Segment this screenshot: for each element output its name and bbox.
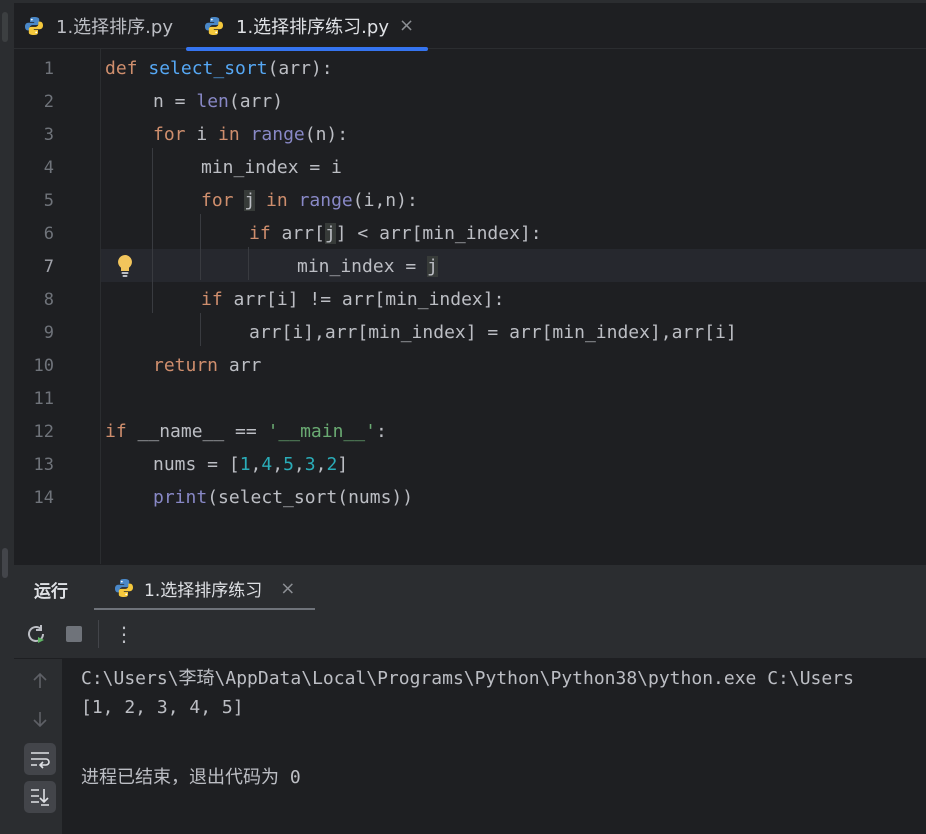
- indent-guide: [200, 313, 201, 346]
- arrow-up-icon: [33, 672, 47, 688]
- strip-marker: [2, 12, 8, 42]
- console-line: C:\Users\李琦\AppData\Local\Programs\Pytho…: [81, 668, 854, 689]
- run-panel-title: 运行: [34, 582, 68, 602]
- soft-wrap-button[interactable]: [24, 743, 56, 775]
- editor-tab-bar: 1.选择排序.py 1.选择排序练习.py ×: [14, 0, 926, 51]
- indent-guide: [152, 148, 153, 313]
- scroll-up-button[interactable]: [24, 665, 56, 697]
- line-number: 11: [33, 389, 54, 409]
- scroll-down-button[interactable]: [24, 703, 56, 735]
- run-panel-header: 运行 1.选择排序练习 ×: [14, 564, 926, 611]
- code-line-12: if __name__ == '__main__':: [105, 421, 387, 442]
- run-tab-label: 1.选择排序练习: [144, 580, 263, 601]
- code-line-6: if arr[j] < arr[min_index]:: [249, 223, 542, 244]
- left-tool-strip: [0, 0, 15, 834]
- run-toolbar: ⋮: [14, 610, 926, 659]
- arrow-down-icon: [33, 712, 47, 728]
- line-number: 12: [33, 422, 54, 442]
- run-side-toolbar: [14, 659, 62, 834]
- scroll-to-end-icon: [31, 789, 49, 806]
- soft-wrap-icon: [31, 752, 50, 769]
- console-output[interactable]: C:\Users\李琦\AppData\Local\Programs\Pytho…: [63, 659, 926, 834]
- python-file-icon: [115, 579, 133, 597]
- line-number: 2: [43, 92, 54, 112]
- stop-icon: [66, 626, 82, 642]
- console-line: [1, 2, 3, 4, 5]: [81, 697, 244, 718]
- code-line-13: nums = [1,4,5,3,2]: [153, 454, 349, 475]
- code-line-7: min_index = j: [297, 256, 438, 277]
- run-config-tab[interactable]: 1.选择排序练习 ×: [94, 565, 316, 611]
- python-file-icon: [25, 16, 43, 35]
- close-tab-icon[interactable]: ×: [399, 15, 414, 36]
- tab-label: 1.选择排序.py: [56, 16, 173, 38]
- line-number: 10: [33, 356, 54, 376]
- tab-selection-sort-practice[interactable]: 1.选择排序练习.py ×: [186, 3, 429, 51]
- indent-guide: [200, 214, 201, 280]
- line-number: 4: [43, 158, 54, 178]
- line-number-current: 7: [43, 257, 54, 277]
- indent-guide: [248, 247, 249, 280]
- line-number: 3: [43, 125, 54, 145]
- console-line: 进程已结束，退出代码为 0: [81, 767, 301, 788]
- code-line-10: return arr: [153, 355, 262, 376]
- strip-marker: [2, 548, 8, 578]
- rerun-icon: [28, 625, 44, 643]
- code-line-2: n = len(arr): [153, 91, 284, 112]
- close-run-tab-icon[interactable]: ×: [280, 578, 295, 599]
- toolbar-separator: [98, 620, 99, 648]
- scroll-to-end-button[interactable]: [24, 781, 56, 813]
- line-number: 1: [43, 59, 54, 79]
- code-line-5: for j in range(i,n):: [201, 190, 418, 211]
- line-number: 14: [33, 488, 54, 508]
- python-file-icon: [205, 16, 223, 35]
- code-line-4: min_index = i: [201, 157, 342, 178]
- more-options-button[interactable]: ⋮: [112, 622, 136, 646]
- code-line-3: for i in range(n):: [153, 124, 349, 145]
- stop-button[interactable]: [62, 622, 86, 646]
- code-line-8: if arr[i] != arr[min_index]:: [201, 289, 505, 310]
- line-number: 8: [43, 290, 54, 310]
- line-number: 13: [33, 455, 54, 475]
- line-number: 6: [43, 224, 54, 244]
- code-line-9: arr[i],arr[min_index] = arr[min_index],a…: [249, 322, 737, 343]
- code-editor[interactable]: def select_sort(arr): n = len(arr) for i…: [100, 49, 926, 564]
- code-line-1: def select_sort(arr):: [105, 58, 333, 79]
- tab-label: 1.选择排序练习.py: [236, 16, 389, 38]
- line-number-gutter: 1 2 3 4 5 6 7 8 9 10 11 12 13 14: [14, 49, 100, 564]
- rerun-button[interactable]: [24, 622, 48, 646]
- tab-selection-sort[interactable]: 1.选择排序.py: [24, 3, 173, 48]
- code-line-14: print(select_sort(nums)): [153, 487, 414, 508]
- line-number: 5: [43, 191, 54, 211]
- line-number: 9: [43, 323, 54, 343]
